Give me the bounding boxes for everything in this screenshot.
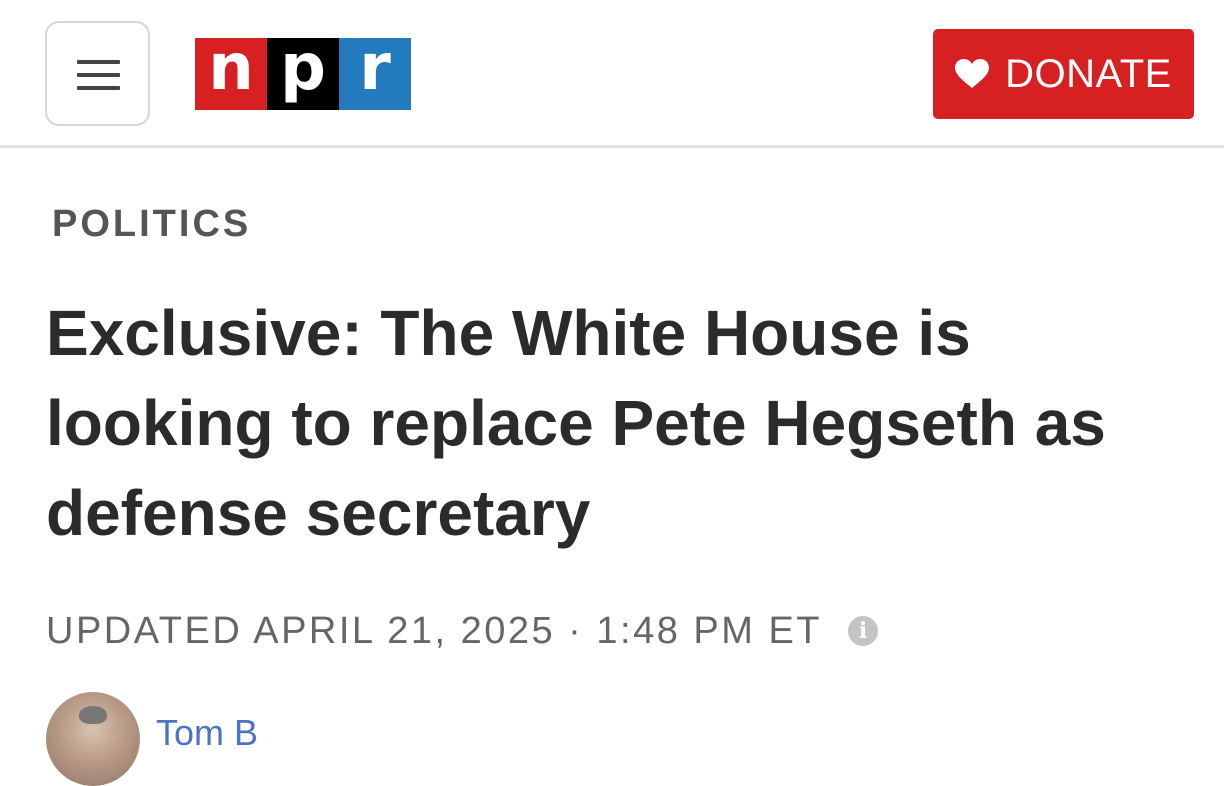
heart-icon (955, 59, 990, 88)
avatar-hair (79, 706, 107, 724)
info-icon[interactable]: i (848, 616, 879, 646)
hamburger-menu-icon (77, 60, 120, 64)
article-headline: Exclusive: The White House is looking to… (46, 297, 1106, 549)
logo-letter-p: p (267, 36, 339, 110)
site-header: n p r DONATE (0, 0, 1224, 148)
section-label-politics[interactable]: POLITICS (52, 202, 251, 246)
logo-letter-r: r (339, 36, 411, 110)
author-avatar[interactable] (46, 692, 140, 786)
hamburger-menu-icon-bottom (77, 86, 120, 90)
logo-letter-n: n (195, 36, 267, 110)
author-link[interactable]: Tom B (156, 712, 258, 754)
donate-button[interactable]: DONATE (933, 29, 1194, 119)
dateline-text: UPDATED APRIL 21, 2025 · 1:48 PM ET (46, 610, 823, 652)
menu-button[interactable] (45, 21, 150, 126)
donate-label: DONATE (1005, 52, 1172, 96)
hamburger-menu-icon-middle (77, 73, 120, 77)
npr-logo[interactable]: n p r (195, 36, 411, 110)
article-dateline: UPDATED APRIL 21, 2025 · 1:48 PM ET i (46, 608, 879, 654)
